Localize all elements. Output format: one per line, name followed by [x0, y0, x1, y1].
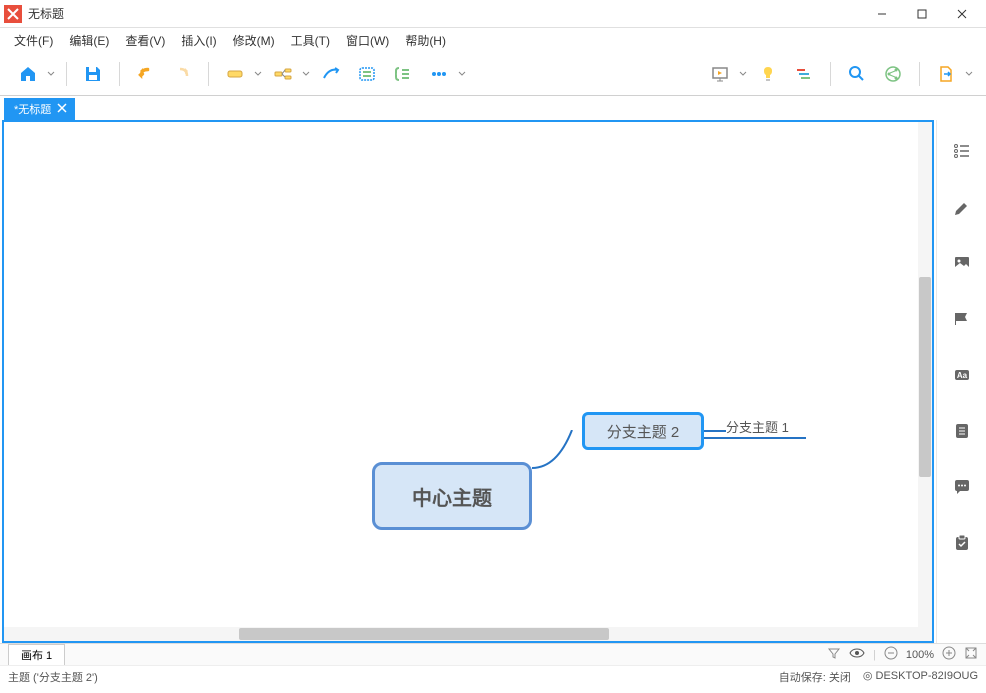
- more-dropdown-icon[interactable]: [457, 70, 467, 78]
- gantt-button[interactable]: [788, 58, 820, 90]
- menu-tools[interactable]: 工具(T): [283, 30, 338, 51]
- minimize-button[interactable]: [862, 0, 902, 28]
- menu-file[interactable]: 文件(F): [6, 30, 61, 51]
- zoom-out-button[interactable]: [884, 646, 898, 663]
- redo-button[interactable]: [166, 58, 198, 90]
- document-tab[interactable]: *无标题: [4, 98, 75, 120]
- menu-insert[interactable]: 插入(I): [173, 30, 224, 51]
- vertical-scrollbar[interactable]: [918, 122, 932, 641]
- host-status: ◎ DESKTOP-82I9OUG: [863, 669, 978, 685]
- presentation-button[interactable]: [704, 58, 736, 90]
- menu-view[interactable]: 查看(V): [117, 30, 173, 51]
- fit-button[interactable]: [964, 646, 978, 663]
- branch-topic-1-node[interactable]: 分支主题 1: [726, 417, 789, 438]
- svg-text:Aa: Aa: [956, 371, 967, 380]
- comments-icon[interactable]: [949, 474, 975, 500]
- search-button[interactable]: [841, 58, 873, 90]
- brainstorm-button[interactable]: [752, 58, 784, 90]
- toolbar: [0, 52, 986, 96]
- visibility-icon[interactable]: [849, 646, 865, 663]
- undo-button[interactable]: [130, 58, 162, 90]
- filter-icon[interactable]: [827, 646, 841, 663]
- relationship-button[interactable]: [315, 58, 347, 90]
- canvas-area[interactable]: 中心主题 分支主题 2 分支主题 1: [2, 120, 934, 643]
- side-panel: Aa: [936, 120, 986, 643]
- marker-icon[interactable]: [949, 306, 975, 332]
- branch-topic-2-node[interactable]: 分支主题 2: [582, 412, 704, 450]
- zoom-level[interactable]: 100%: [906, 649, 934, 661]
- save-button[interactable]: [77, 58, 109, 90]
- tabbar: *无标题: [0, 96, 986, 120]
- sheet-tab[interactable]: 画布 1: [8, 644, 65, 665]
- autosave-status: 自动保存: 关闭: [779, 669, 851, 685]
- tab-close-icon[interactable]: [57, 103, 69, 115]
- topic-dropdown-icon[interactable]: [253, 70, 263, 78]
- tab-label: *无标题: [14, 101, 51, 117]
- image-icon[interactable]: [949, 250, 975, 276]
- statusbar: 主题 ('分支主题 2') 自动保存: 关闭 ◎ DESKTOP-82I9OUG: [0, 665, 986, 687]
- connector-line: [704, 430, 726, 432]
- more-button[interactable]: [423, 58, 455, 90]
- menubar: 文件(F) 编辑(E) 查看(V) 插入(I) 修改(M) 工具(T) 窗口(W…: [0, 28, 986, 52]
- presentation-dropdown-icon[interactable]: [738, 70, 748, 78]
- share-button[interactable]: [877, 58, 909, 90]
- horizontal-scrollbar[interactable]: [4, 627, 918, 641]
- task-icon[interactable]: [949, 530, 975, 556]
- menu-window[interactable]: 窗口(W): [338, 30, 397, 51]
- export-dropdown-icon[interactable]: [964, 70, 974, 78]
- menu-modify[interactable]: 修改(M): [225, 30, 283, 51]
- close-button[interactable]: [942, 0, 982, 28]
- subtopic-button[interactable]: [267, 58, 299, 90]
- menu-help[interactable]: 帮助(H): [397, 30, 454, 51]
- app-icon: [4, 5, 22, 23]
- home-button[interactable]: [12, 58, 44, 90]
- zoom-in-button[interactable]: [942, 646, 956, 663]
- window-title: 无标题: [28, 5, 862, 22]
- boundary-button[interactable]: [351, 58, 383, 90]
- center-topic-node[interactable]: 中心主题: [372, 462, 532, 530]
- selection-status: 主题 ('分支主题 2'): [8, 669, 98, 685]
- format-icon[interactable]: [949, 194, 975, 220]
- notes-icon[interactable]: [949, 418, 975, 444]
- outline-icon[interactable]: [949, 138, 975, 164]
- export-button[interactable]: [930, 58, 962, 90]
- summary-button[interactable]: [387, 58, 419, 90]
- leaf-underline: [704, 437, 806, 439]
- bottom-bar: 画布 1 | 100%: [0, 643, 986, 665]
- text-style-icon[interactable]: Aa: [949, 362, 975, 388]
- home-dropdown-icon[interactable]: [46, 70, 56, 78]
- separator: |: [873, 649, 876, 661]
- menu-edit[interactable]: 编辑(E): [61, 30, 117, 51]
- maximize-button[interactable]: [902, 0, 942, 28]
- topic-button[interactable]: [219, 58, 251, 90]
- workspace: 中心主题 分支主题 2 分支主题 1 Aa: [0, 120, 986, 643]
- subtopic-dropdown-icon[interactable]: [301, 70, 311, 78]
- titlebar: 无标题: [0, 0, 986, 28]
